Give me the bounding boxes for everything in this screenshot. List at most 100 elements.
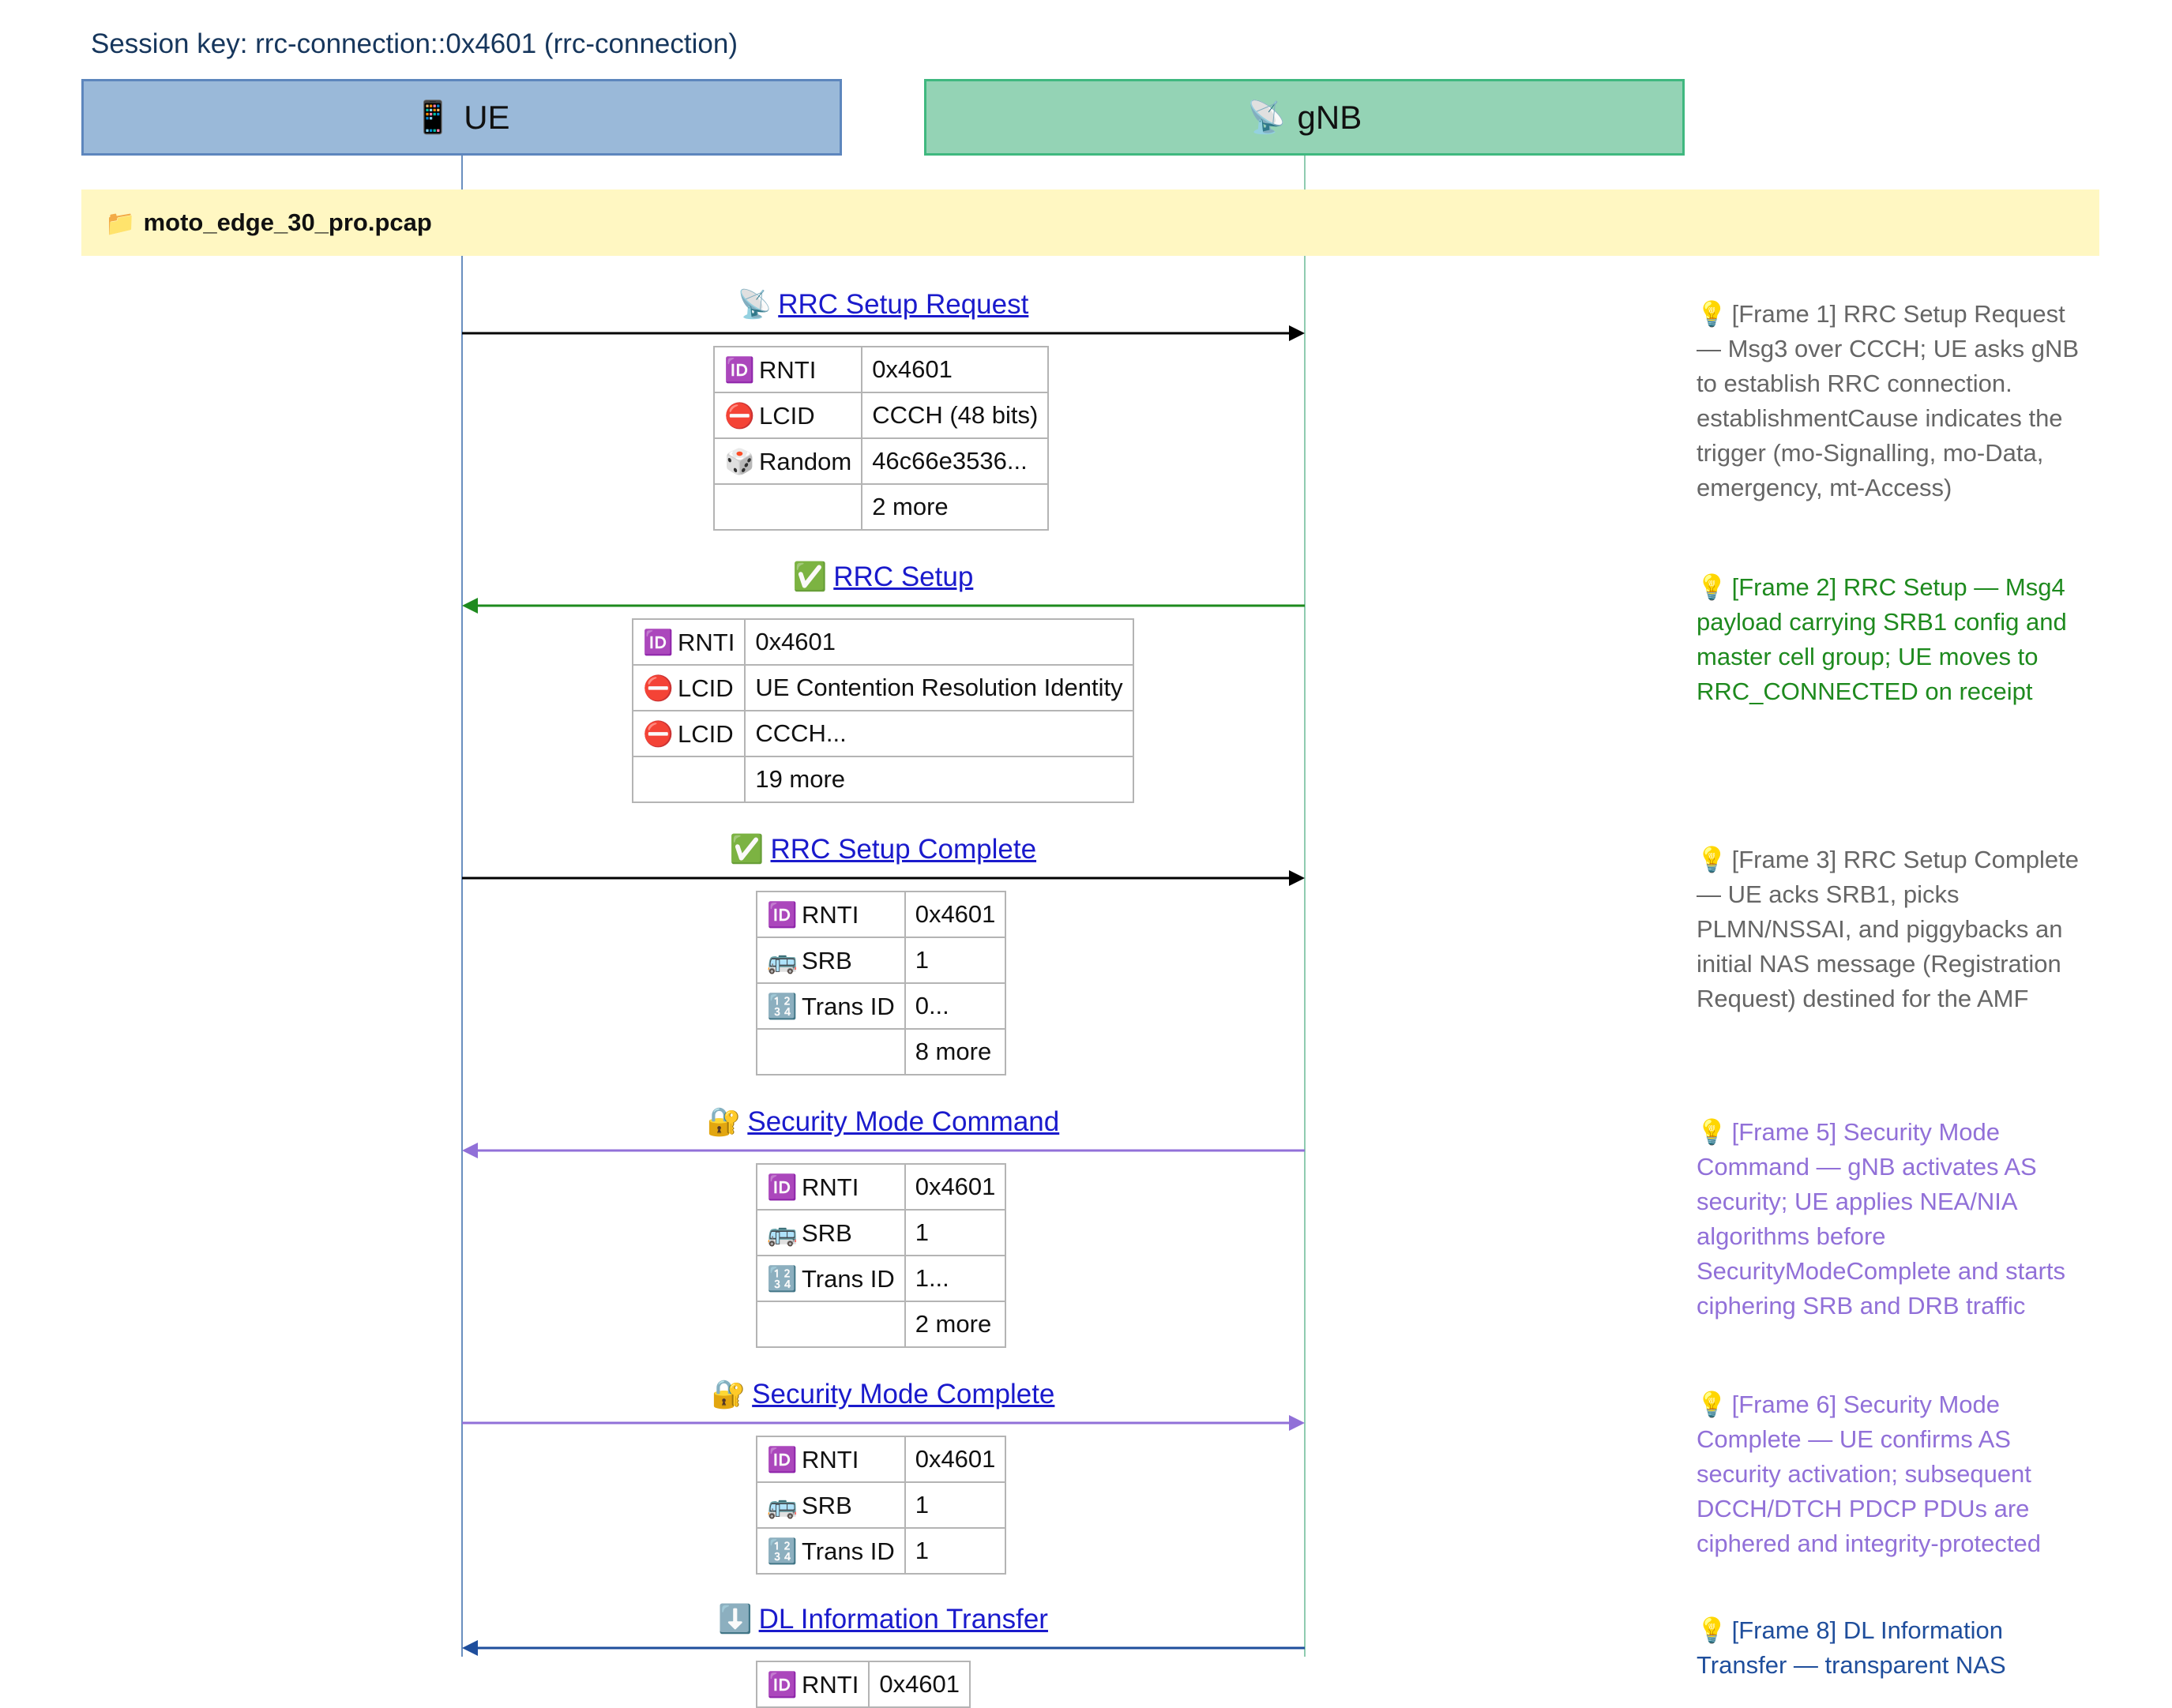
field-value: 19 more	[744, 756, 1134, 803]
field-icon: 🆔	[767, 1173, 798, 1201]
lightbulb-icon: 💡	[1697, 1616, 1727, 1644]
arrow-head-security-mode-command	[462, 1143, 478, 1158]
field-key-label: LCID	[678, 674, 734, 702]
field-icon: 🆔	[767, 1445, 798, 1473]
message-label-security-mode-complete: 🔐 Security Mode Complete	[0, 1378, 1766, 1410]
table-row: 🔢 Trans ID 1	[756, 1527, 1007, 1575]
field-key: 🆔 RNTI	[631, 618, 746, 666]
field-icon: 🆔	[643, 628, 674, 656]
table-row: 2 more	[712, 483, 1050, 531]
frame-note-text: [Frame 2] RRC Setup — Msg4 payload carry…	[1697, 573, 2067, 705]
frame-note-rrc-setup-complete: 💡 [Frame 3] RRC Setup Complete — UE acks …	[1697, 843, 2091, 1016]
field-key-label: RNTI	[802, 1173, 859, 1201]
field-value: 0x4601	[904, 1163, 1007, 1211]
lightbulb-icon: 💡	[1697, 1391, 1727, 1418]
field-key-label: RNTI	[802, 1670, 859, 1699]
table-row: 🔢 Trans ID 0...	[756, 982, 1007, 1030]
field-key-label: Trans ID	[802, 1537, 895, 1565]
field-icon: 🆔	[724, 355, 755, 384]
message-icon: 🔐	[711, 1379, 746, 1410]
message-icon: 📡	[737, 289, 772, 320]
arrow-head-security-mode-complete	[1289, 1415, 1305, 1431]
field-value: 2 more	[904, 1301, 1007, 1348]
frame-note-rrc-setup: 💡 [Frame 2] RRC Setup — Msg4 payload carr…	[1697, 570, 2091, 709]
frame-note-dl-information-transfer: 💡 [Frame 8] DL Information Transfer — tra…	[1697, 1613, 2091, 1683]
field-key: 🎲 Random	[712, 437, 863, 485]
field-value: 0...	[904, 982, 1007, 1030]
frame-note-security-mode-command: 💡 [Frame 5] Security Mode Command — gNB a…	[1697, 1115, 2091, 1323]
field-key: 🆔 RNTI	[756, 891, 906, 938]
field-key-label: SRB	[802, 1491, 852, 1519]
lightbulb-icon: 💡	[1697, 300, 1727, 328]
table-row: ⛔ LCID CCCH (48 bits)	[712, 392, 1050, 439]
field-key	[712, 483, 863, 531]
table-row: 🆔 RNTI 0x4601	[755, 1661, 971, 1708]
field-icon: ⛔	[724, 401, 755, 430]
frame-note-text: [Frame 8] DL Information Transfer — tran…	[1697, 1616, 2006, 1679]
lightbulb-icon: 💡	[1697, 573, 1727, 601]
field-key: 🔢 Trans ID	[756, 1527, 906, 1575]
field-icon: 🔢	[767, 1537, 798, 1565]
field-icon: 🚌	[767, 946, 798, 974]
table-row: 🎲 Random 46c66e3536...	[712, 437, 1050, 485]
frame-note-text: [Frame 6] Security Mode Complete — UE co…	[1697, 1391, 2041, 1557]
frame-note-security-mode-complete: 💡 [Frame 6] Security Mode Complete — UE c…	[1697, 1387, 2091, 1561]
arrow-head-rrc-setup	[462, 598, 478, 614]
message-icon: ✅	[792, 561, 828, 592]
message-icon: 🔐	[706, 1106, 742, 1137]
field-key-label: RNTI	[678, 628, 735, 656]
field-key-label: LCID	[759, 401, 815, 430]
field-key	[631, 756, 746, 803]
lightbulb-icon: 💡	[1697, 846, 1727, 873]
field-key-label: Trans ID	[802, 992, 895, 1020]
field-icon: 🔢	[767, 1264, 798, 1293]
field-key: 🚌 SRB	[756, 1481, 906, 1529]
field-key-label: RNTI	[802, 900, 859, 929]
table-row: 2 more	[756, 1301, 1007, 1348]
field-icon: 🚌	[767, 1491, 798, 1519]
arrow-head-rrc-setup-request	[1289, 325, 1305, 341]
field-value: 2 more	[861, 483, 1050, 531]
arrow-head-dl-information-transfer	[462, 1640, 478, 1656]
field-icon: 🚌	[767, 1218, 798, 1247]
field-key-label: Trans ID	[802, 1264, 895, 1293]
field-icon: 🆔	[767, 1670, 798, 1699]
field-value: CCCH (48 bits)	[861, 392, 1050, 439]
table-row: 19 more	[631, 756, 1134, 803]
message-link-dl-information-transfer[interactable]: DL Information Transfer	[759, 1604, 1048, 1635]
table-row: 🆔 RNTI 0x4601	[756, 1436, 1007, 1483]
field-value: 1	[904, 1209, 1007, 1256]
message-link-rrc-setup-complete[interactable]: RRC Setup Complete	[771, 834, 1037, 865]
field-value: UE Contention Resolution Identity	[744, 664, 1134, 711]
field-value: 1	[904, 937, 1007, 984]
message-label-rrc-setup-request: 📡 RRC Setup Request	[0, 288, 1766, 321]
field-value: 0x4601	[861, 346, 1050, 393]
field-icon: ⛔	[643, 719, 674, 748]
message-icon: ✅	[729, 834, 765, 865]
message-label-rrc-setup: ✅ RRC Setup	[0, 561, 1766, 593]
field-key: ⛔ LCID	[712, 392, 863, 439]
field-icon: 🔢	[767, 992, 798, 1020]
field-key: 🆔 RNTI	[756, 1436, 906, 1483]
message-link-rrc-setup-request[interactable]: RRC Setup Request	[778, 289, 1028, 320]
field-key-label: Random	[759, 447, 852, 475]
field-key: 🆔 RNTI	[756, 1163, 906, 1211]
field-key-label: RNTI	[802, 1445, 859, 1473]
field-value: CCCH...	[744, 710, 1134, 757]
field-value: 8 more	[904, 1028, 1007, 1075]
field-value: 1...	[904, 1255, 1007, 1302]
field-key: ⛔ LCID	[631, 710, 746, 757]
field-key: 🚌 SRB	[756, 1209, 906, 1256]
message-link-rrc-setup[interactable]: RRC Setup	[833, 561, 973, 592]
table-row: ⛔ LCID UE Contention Resolution Identity	[631, 664, 1134, 711]
message-link-security-mode-command[interactable]: Security Mode Command	[747, 1106, 1059, 1137]
field-value: 0x4601	[904, 891, 1007, 938]
message-icon: ⬇️	[718, 1604, 753, 1635]
frame-note-text: [Frame 1] RRC Setup Request — Msg3 over …	[1697, 300, 2080, 501]
field-key: 🆔 RNTI	[755, 1661, 870, 1708]
message-link-security-mode-complete[interactable]: Security Mode Complete	[752, 1379, 1054, 1410]
table-row: 🚌 SRB 1	[756, 1481, 1007, 1529]
frame-note-text: [Frame 5] Security Mode Command — gNB ac…	[1697, 1118, 2065, 1319]
table-row: ⛔ LCID CCCH...	[631, 710, 1134, 757]
field-value: 1	[904, 1527, 1007, 1575]
